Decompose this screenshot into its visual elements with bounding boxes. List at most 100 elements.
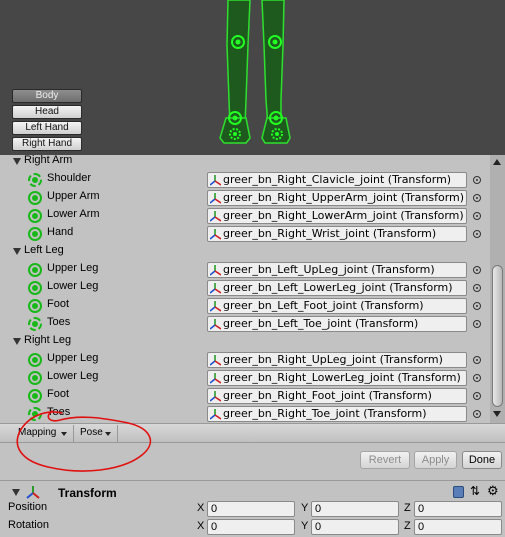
revert-button[interactable]: Revert xyxy=(360,451,410,469)
transform-icon xyxy=(26,486,40,499)
transform-icon xyxy=(210,283,221,294)
bone-label: Lower Arm xyxy=(47,208,100,220)
scroll-down-arrow-icon[interactable] xyxy=(493,411,501,417)
rotation-x-field[interactable]: 0 xyxy=(207,519,295,535)
field-value: greer_bn_Left_UpLeg_joint (Transform) xyxy=(223,263,435,276)
rotation-y-field[interactable]: 0 xyxy=(311,519,399,535)
transform-object-field[interactable]: greer_bn_Left_LowerLeg_joint (Transform) xyxy=(207,280,467,296)
apply-button[interactable]: Apply xyxy=(414,451,457,469)
transform-object-field[interactable]: greer_bn_Left_Foot_joint (Transform) xyxy=(207,298,467,314)
field-value: greer_bn_Right_UpperArm_joint (Transform… xyxy=(223,191,465,204)
bone-label: Shoulder xyxy=(47,172,92,184)
transform-icon xyxy=(210,265,221,276)
done-button[interactable]: Done xyxy=(462,451,502,469)
transform-icon xyxy=(210,409,221,420)
object-picker-icon[interactable] xyxy=(473,374,481,382)
scroll-thumb[interactable] xyxy=(492,265,503,407)
bone-label: Foot xyxy=(47,388,70,400)
group-label: Right Leg xyxy=(24,334,72,346)
bone-label: Lower Leg xyxy=(47,280,99,292)
preset-sliders-icon[interactable]: ⇅ xyxy=(470,484,480,498)
group-right-leg[interactable]: Right Leg xyxy=(0,333,490,351)
foldout-arrow-icon[interactable] xyxy=(13,338,21,345)
foldout-arrow-icon[interactable] xyxy=(12,489,20,496)
transform-object-field[interactable]: greer_bn_Right_UpperArm_joint (Transform… xyxy=(207,190,467,206)
bone-row-right-toes: Toes greer_bn_Right_Toe_joint (Transform… xyxy=(0,405,490,423)
bone-status-dot-icon[interactable] xyxy=(28,317,42,331)
object-picker-icon[interactable] xyxy=(473,392,481,400)
bone-status-dot-icon[interactable] xyxy=(28,173,42,187)
object-picker-icon[interactable] xyxy=(473,302,481,310)
field-value: greer_bn_Right_Clavicle_joint (Transform… xyxy=(223,173,452,186)
tab-right-hand[interactable]: Right Hand xyxy=(12,137,82,151)
field-value: greer_bn_Left_Foot_joint (Transform) xyxy=(223,299,424,312)
bone-status-dot-icon[interactable] xyxy=(28,299,42,313)
field-value: greer_bn_Right_Foot_joint (Transform) xyxy=(223,389,432,402)
dropdown-arrow-icon xyxy=(61,432,67,436)
transform-object-field[interactable]: greer_bn_Right_LowerLeg_joint (Transform… xyxy=(207,370,467,386)
position-z-field[interactable]: 0 xyxy=(414,501,502,517)
group-right-arm[interactable]: Right Arm xyxy=(0,155,490,171)
object-picker-icon[interactable] xyxy=(473,194,481,202)
bone-status-dot-icon[interactable] xyxy=(28,191,42,205)
object-picker-icon[interactable] xyxy=(473,356,481,364)
object-picker-icon[interactable] xyxy=(473,410,481,418)
transform-object-field[interactable]: greer_bn_Right_LowerArm_joint (Transform… xyxy=(207,208,467,224)
transform-icon xyxy=(210,355,221,366)
foldout-arrow-icon[interactable] xyxy=(13,248,21,255)
field-value: greer_bn_Left_LowerLeg_joint (Transform) xyxy=(223,281,453,294)
object-picker-icon[interactable] xyxy=(473,176,481,184)
transform-icon xyxy=(210,229,221,240)
object-picker-icon[interactable] xyxy=(473,284,481,292)
mapping-dropdown[interactable]: Mapping xyxy=(12,425,74,442)
bone-status-dot-icon[interactable] xyxy=(28,353,42,367)
transform-object-field[interactable]: greer_bn_Right_Foot_joint (Transform) xyxy=(207,388,467,404)
transform-object-field[interactable]: greer_bn_Right_Toe_joint (Transform) xyxy=(207,406,467,422)
transform-component: Transform ⇅ ⚙ Position X 0 Y 0 Z 0 Rotat… xyxy=(0,480,505,537)
tab-head[interactable]: Head xyxy=(12,105,82,119)
mapping-toolbar: Mapping Pose xyxy=(0,423,505,443)
bone-status-dot-icon[interactable] xyxy=(28,227,42,241)
rotation-z-field[interactable]: 0 xyxy=(414,519,502,535)
transform-icon xyxy=(210,175,221,186)
transform-object-field[interactable]: greer_bn_Left_UpLeg_joint (Transform) xyxy=(207,262,467,278)
bone-status-dot-icon[interactable] xyxy=(28,389,42,403)
object-picker-icon[interactable] xyxy=(473,320,481,328)
foldout-arrow-icon[interactable] xyxy=(13,158,21,165)
axis-label-z: Z xyxy=(404,520,411,532)
bone-status-dot-icon[interactable] xyxy=(28,371,42,385)
position-y-field[interactable]: 0 xyxy=(311,501,399,517)
transform-object-field[interactable]: greer_bn_Right_Wrist_joint (Transform) xyxy=(207,226,467,242)
position-x-field[interactable]: 0 xyxy=(207,501,295,517)
scroll-up-arrow-icon[interactable] xyxy=(493,159,501,165)
rotation-label: Rotation xyxy=(8,519,49,531)
bone-status-dot-icon[interactable] xyxy=(28,281,42,295)
object-picker-icon[interactable] xyxy=(473,212,481,220)
object-picker-icon[interactable] xyxy=(473,230,481,238)
bone-status-dot-icon[interactable] xyxy=(28,407,42,421)
gear-icon[interactable]: ⚙ xyxy=(487,483,499,499)
transform-object-field[interactable]: greer_bn_Right_Clavicle_joint (Transform… xyxy=(207,172,467,188)
tab-left-hand[interactable]: Left Hand xyxy=(12,121,82,135)
transform-object-field[interactable]: greer_bn_Left_Toe_joint (Transform) xyxy=(207,316,467,332)
transform-icon xyxy=(210,193,221,204)
group-label: Left Leg xyxy=(24,244,64,256)
mapping-scrollbar[interactable] xyxy=(490,155,505,423)
field-value: greer_bn_Right_Wrist_joint (Transform) xyxy=(223,227,437,240)
help-book-icon[interactable] xyxy=(453,486,464,498)
field-value: greer_bn_Right_LowerArm_joint (Transform… xyxy=(223,209,464,222)
transform-header[interactable]: Transform ⇅ ⚙ xyxy=(0,483,505,501)
object-picker-icon[interactable] xyxy=(473,266,481,274)
bone-mapping-list: Right Arm Shoulder greer_bn_Right_Clavic… xyxy=(0,155,505,423)
tab-body[interactable]: Body xyxy=(12,89,82,103)
bone-status-dot-icon[interactable] xyxy=(28,263,42,277)
pose-dropdown[interactable]: Pose xyxy=(74,425,118,442)
bone-row-right-lower-arm: Lower Arm greer_bn_Right_LowerArm_joint … xyxy=(0,207,490,225)
bone-row-left-upper-leg: Upper Leg greer_bn_Left_UpLeg_joint (Tra… xyxy=(0,261,490,279)
bone-label: Upper Arm xyxy=(47,190,100,202)
group-left-leg[interactable]: Left Leg xyxy=(0,243,490,261)
transform-object-field[interactable]: greer_bn_Right_UpLeg_joint (Transform) xyxy=(207,352,467,368)
mapping-dropdown-label: Mapping xyxy=(18,427,57,438)
bone-row-right-foot: Foot greer_bn_Right_Foot_joint (Transfor… xyxy=(0,387,490,405)
bone-status-dot-icon[interactable] xyxy=(28,209,42,223)
